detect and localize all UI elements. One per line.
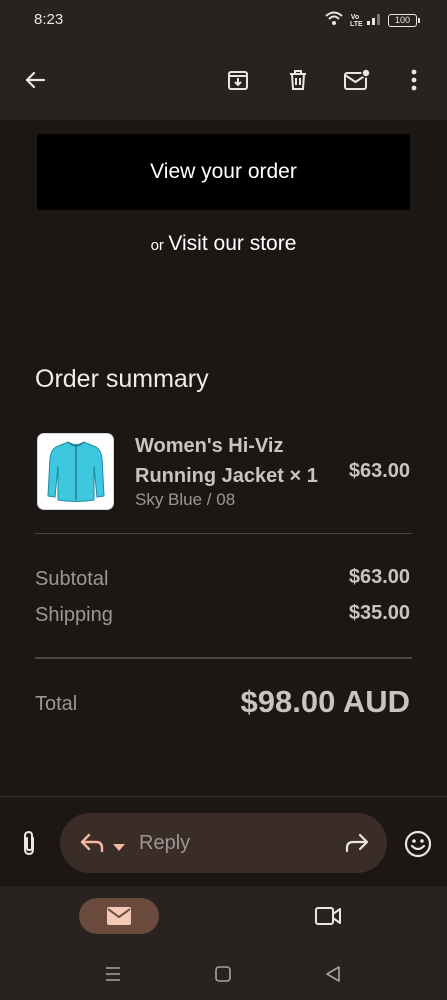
or-text: or	[150, 237, 164, 254]
divider	[35, 657, 412, 659]
subtotal-label: Subtotal	[35, 568, 109, 590]
product-price: $63.00	[348, 460, 410, 482]
total-value: $98.00 AUD	[240, 684, 410, 719]
email-body: View your order or Visit our store Order…	[0, 120, 447, 796]
divider	[35, 533, 412, 534]
mark-unread-icon[interactable]	[341, 64, 373, 96]
product-image	[37, 433, 114, 510]
chevron-down-icon[interactable]	[112, 839, 126, 851]
shipping-label: Shipping	[35, 604, 113, 626]
product-name-line2: Running Jacket × 1	[135, 465, 318, 487]
reply-icon[interactable]	[78, 829, 106, 857]
shipping-value: $35.00	[348, 602, 410, 624]
reply-placeholder: Reply	[139, 832, 191, 854]
visit-store-link[interactable]: Visit our store	[168, 232, 296, 255]
order-summary-title: Order summary	[35, 365, 209, 393]
recents-icon[interactable]	[103, 964, 123, 984]
product-variant: Sky Blue / 08	[135, 490, 236, 509]
signal-icon	[367, 12, 381, 30]
product-name-line1: Women's Hi-Viz	[135, 435, 284, 457]
delete-icon[interactable]	[282, 64, 314, 96]
back-arrow-icon[interactable]	[19, 64, 51, 96]
emoji-icon[interactable]	[403, 829, 433, 859]
view-order-button[interactable]: View your order	[37, 134, 410, 210]
nav-mail-tab[interactable]	[79, 898, 159, 934]
battery-icon: 100	[388, 14, 420, 27]
status-icons: Vo LTE 100	[325, 11, 420, 30]
email-screen: 8:23 Vo LTE 100 View your order or Visit…	[0, 0, 447, 1000]
visit-store-line: or Visit our store	[0, 232, 447, 256]
wifi-icon	[325, 11, 343, 30]
jacket-icon	[46, 440, 105, 502]
meet-video-icon	[315, 907, 341, 925]
subtotal-value: $63.00	[348, 566, 410, 588]
bottom-nav	[0, 886, 447, 946]
status-bar: 8:23 Vo LTE 100	[0, 0, 447, 40]
mail-icon	[107, 907, 131, 925]
product-name: Women's Hi-Viz Running Jacket × 1	[135, 431, 335, 491]
home-icon[interactable]	[213, 964, 233, 984]
system-nav-bar	[0, 946, 447, 1000]
archive-icon[interactable]	[222, 64, 254, 96]
back-icon[interactable]	[323, 964, 343, 984]
nav-meet-tab[interactable]	[312, 902, 344, 930]
forward-icon[interactable]	[343, 829, 371, 857]
attach-icon[interactable]	[14, 827, 44, 859]
reply-input[interactable]: Reply	[60, 813, 387, 873]
reply-bar: Reply	[0, 796, 447, 886]
volte-icon: Vo LTE	[350, 13, 363, 28]
status-time: 8:23	[34, 11, 64, 28]
email-toolbar	[0, 40, 447, 120]
more-options-icon[interactable]	[398, 64, 430, 96]
total-label: Total	[35, 693, 78, 715]
